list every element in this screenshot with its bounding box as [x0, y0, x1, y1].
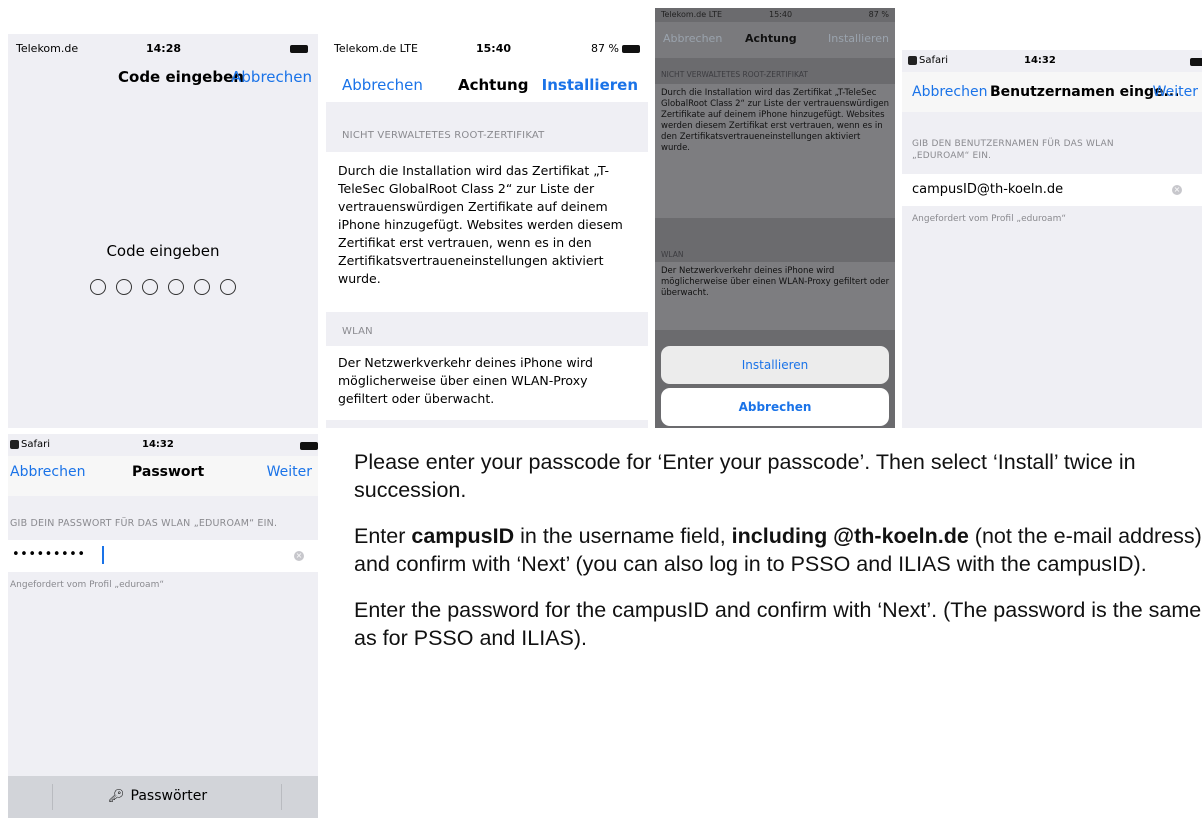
- battery-icon: [1187, 55, 1202, 68]
- nav-title: Code eingeben: [118, 68, 244, 86]
- nav-bar: Code eingeben Abbrechen: [8, 60, 318, 94]
- screenshot-username: Safari 14:32 Abbrechen Benutzernamen ein…: [902, 50, 1202, 428]
- profile-footer: Angefordert vom Profil „eduroam“: [912, 214, 1067, 224]
- nav-bar: Abbrechen Achtung Installieren: [655, 22, 895, 58]
- battery-icon: [287, 42, 308, 55]
- divider: [281, 784, 282, 810]
- passcode-dots[interactable]: [8, 279, 318, 299]
- section-header-certificate: NICHT VERWALTETES ROOT-ZERTIFIKAT: [661, 70, 808, 79]
- status-bar: Safari 14:32: [902, 50, 1202, 72]
- status-bar: Telekom.de LTE 15:40 87 %: [326, 34, 648, 60]
- cancel-button[interactable]: Abbrechen: [663, 32, 722, 45]
- section-header-wlan: WLAN: [342, 326, 373, 337]
- screenshot-password: Safari 14:32 Abbrechen Passwort Weiter G…: [8, 434, 318, 818]
- instruction-step-3: Enter the password for the campusID and …: [354, 598, 1202, 650]
- nav-bar: Abbrechen Passwort Weiter: [8, 456, 318, 496]
- status-bar: Telekom.de LTE 15:40 87 %: [655, 8, 895, 22]
- passcode-dot-icon: [142, 279, 158, 295]
- password-mask: •••••••••: [12, 547, 86, 562]
- passcode-dot-icon: [116, 279, 132, 295]
- password-field[interactable]: ••••••••• ×: [8, 540, 318, 572]
- clock: 15:40: [769, 10, 793, 19]
- passcode-prompt: Code eingeben: [106, 242, 220, 260]
- certificate-description: Durch die Installation wird das Zertifik…: [326, 152, 648, 312]
- status-bar: Telekom.de 14:28: [8, 34, 318, 60]
- nav-bar: Abbrechen Benutzernamen einge... Weiter: [902, 72, 1202, 112]
- screenshot-certificate-warning: Telekom.de LTE 15:40 87 % Abbrechen Acht…: [326, 34, 648, 428]
- clock: 14:32: [142, 439, 174, 450]
- install-button[interactable]: Installieren: [542, 60, 638, 110]
- instruction-step-2: Enter campusID in the username field, in…: [354, 524, 1202, 576]
- username-field[interactable]: campusID@th-koeln.de ×: [902, 174, 1202, 206]
- battery-label: 87 %: [868, 10, 889, 19]
- passcode-dot-icon: [90, 279, 106, 295]
- passwords-button[interactable]: 🔑︎ Passwörter: [108, 788, 207, 804]
- cancel-button[interactable]: Abbrechen: [231, 60, 312, 94]
- passcode-dot-icon: [220, 279, 236, 295]
- sheet-cancel-button[interactable]: Abbrechen: [661, 388, 889, 426]
- key-icon: 🔑︎: [108, 789, 125, 804]
- cancel-button[interactable]: Abbrechen: [342, 60, 423, 110]
- cancel-button[interactable]: Abbrechen: [912, 72, 987, 112]
- nav-title: Achtung: [745, 32, 797, 45]
- carrier-label: Telekom.de LTE: [334, 42, 418, 55]
- next-button[interactable]: Weiter: [267, 456, 312, 488]
- battery-label: 87 %: [591, 42, 640, 55]
- safari-back-label[interactable]: Safari: [10, 439, 50, 450]
- section-header-certificate: NICHT VERWALTETES ROOT-ZERTIFIKAT: [342, 130, 545, 141]
- nav-bar: Abbrechen Achtung Installieren: [326, 60, 648, 102]
- carrier-label: Telekom.de LTE: [661, 10, 723, 19]
- back-app-icon: [10, 439, 19, 449]
- text-cursor: [102, 546, 104, 564]
- carrier-label: Telekom.de: [16, 42, 79, 55]
- username-value: campusID@th-koeln.de: [912, 182, 1064, 197]
- clock: 14:32: [1024, 55, 1056, 66]
- wlan-description: Der Netzwerkverkehr deines iPhone wird m…: [655, 262, 895, 330]
- section-header-password: GIB DEIN PASSWORT FÜR DAS WLAN „EDUROAM“…: [10, 518, 278, 529]
- clear-icon[interactable]: ×: [1172, 185, 1182, 195]
- cancel-button[interactable]: Abbrechen: [10, 456, 85, 488]
- status-bar: Safari 14:32: [8, 434, 318, 456]
- install-button[interactable]: Installieren: [828, 32, 889, 45]
- battery-icon: [622, 45, 640, 53]
- section-header-wlan: WLAN: [661, 250, 684, 259]
- section-header-username: GIB DEN BENUTZERNAMEN FÜR DAS WLAN „EDUR…: [912, 139, 1114, 161]
- battery-icon: [297, 439, 318, 452]
- clock: 15:40: [476, 42, 512, 55]
- clock: 14:28: [146, 42, 182, 55]
- screenshot-install-sheet: Telekom.de LTE 15:40 87 % Abbrechen Acht…: [655, 8, 895, 428]
- nav-title: Passwort: [132, 464, 205, 480]
- keyboard-accessory-bar: 🔑︎ Passwörter: [8, 776, 318, 818]
- back-app-icon: [908, 55, 917, 65]
- screenshot-passcode: Telekom.de 14:28 Code eingeben Abbrechen…: [8, 34, 318, 428]
- clear-icon[interactable]: ×: [294, 551, 304, 561]
- certificate-description: Durch die Installation wird das Zertifik…: [655, 84, 895, 218]
- wlan-description: Der Netzwerkverkehr deines iPhone wird m…: [326, 346, 648, 420]
- divider: [52, 784, 53, 810]
- instructions: Please enter your passcode for ‘Enter yo…: [354, 448, 1202, 670]
- passcode-dot-icon: [194, 279, 210, 295]
- next-button[interactable]: Weiter: [1153, 72, 1198, 112]
- profile-footer: Angefordert vom Profil „eduroam“: [10, 580, 165, 590]
- nav-title: Achtung: [458, 76, 529, 94]
- sheet-install-button[interactable]: Installieren: [661, 346, 889, 384]
- safari-back-label[interactable]: Safari: [908, 55, 948, 66]
- nav-title: Benutzernamen einge...: [990, 84, 1180, 100]
- instruction-step-1: Please enter your passcode for ‘Enter yo…: [354, 450, 1136, 502]
- passcode-dot-icon: [168, 279, 184, 295]
